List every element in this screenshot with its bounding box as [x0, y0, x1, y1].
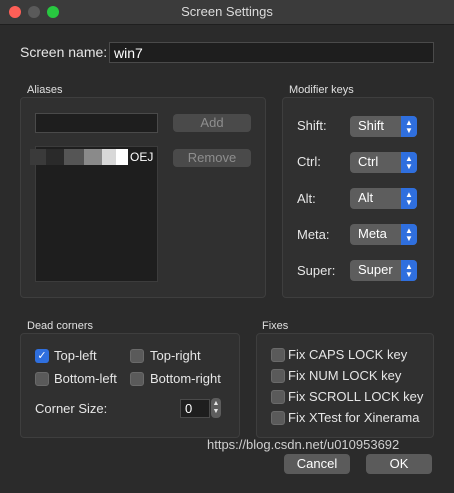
title-bar: Screen Settings	[0, 0, 454, 25]
chevron-updown-icon: ▲ ▼	[401, 116, 417, 137]
fix-xtest-label: Fix XTest for Xinerama	[288, 410, 420, 425]
top-right-checkbox[interactable]	[130, 349, 144, 363]
bottom-left-checkbox[interactable]	[35, 372, 49, 386]
fix-scroll-lock-label: Fix SCROLL LOCK key	[288, 389, 424, 404]
ctrl-label: Ctrl:	[297, 154, 321, 169]
modifier-keys-group: Shift: Shift ▲ ▼ Ctrl: Ctrl ▲ ▼ Alt: Alt ▲…	[282, 97, 434, 298]
modifier-keys-title: Modifier keys	[289, 84, 354, 96]
super-popup[interactable]: Super ▲ ▼	[350, 260, 417, 281]
ctrl-value: Ctrl	[358, 154, 379, 169]
top-left-checkbox[interactable]: ✓	[35, 349, 49, 363]
meta-label: Meta:	[297, 227, 330, 242]
bottom-right-label: Bottom-right	[150, 371, 221, 386]
corner-size-label: Corner Size:	[35, 401, 108, 416]
super-value: Super	[358, 262, 393, 277]
chevron-updown-icon: ▲ ▼	[401, 188, 417, 209]
meta-value: Meta	[358, 226, 387, 241]
fixes-title: Fixes	[262, 320, 289, 332]
bottom-left-label: Bottom-left	[54, 371, 117, 386]
super-label: Super:	[297, 263, 336, 278]
remove-alias-button[interactable]: Remove	[173, 149, 251, 167]
list-item[interactable]: OEJ	[30, 149, 157, 166]
fix-num-lock-checkbox[interactable]	[271, 369, 285, 383]
chevron-updown-icon: ▲ ▼	[401, 260, 417, 281]
cancel-button[interactable]: Cancel	[284, 454, 350, 474]
redacted-block	[46, 149, 64, 165]
screen-name-input[interactable]: win7	[109, 42, 434, 63]
meta-popup[interactable]: Meta ▲ ▼	[350, 224, 417, 245]
dead-corners-group: ✓ Top-left Top-right Bottom-left Bottom-…	[20, 333, 240, 438]
screen-name-label: Screen name:	[20, 44, 108, 60]
redacted-block	[84, 149, 102, 165]
alias-item-label: OEJ	[130, 150, 154, 164]
redacted-block	[30, 149, 46, 165]
aliases-group: Add Remove OEJ	[20, 97, 266, 298]
corner-size-input[interactable]: 0	[180, 399, 210, 418]
chevron-updown-icon: ▲ ▼	[401, 224, 417, 245]
chevron-updown-icon: ▲ ▼	[401, 152, 417, 173]
shift-popup[interactable]: Shift ▲ ▼	[350, 116, 417, 137]
fix-caps-lock-label: Fix CAPS LOCK key	[288, 347, 408, 362]
alt-label: Alt:	[297, 191, 316, 206]
fixes-group: Fix CAPS LOCK key Fix NUM LOCK key Fix S…	[256, 333, 434, 438]
alt-popup[interactable]: Alt ▲ ▼	[350, 188, 417, 209]
top-right-label: Top-right	[150, 348, 201, 363]
dead-corners-title: Dead corners	[27, 320, 94, 332]
fix-xtest-checkbox[interactable]	[271, 411, 285, 425]
ctrl-popup[interactable]: Ctrl ▲ ▼	[350, 152, 417, 173]
fix-caps-lock-checkbox[interactable]	[271, 348, 285, 362]
redacted-block	[64, 149, 84, 165]
aliases-title: Aliases	[27, 84, 63, 96]
watermark-text: https://blog.csdn.net/u010953692	[207, 437, 400, 452]
redacted-block	[116, 149, 128, 165]
bottom-right-checkbox[interactable]	[130, 372, 144, 386]
redacted-block	[102, 149, 116, 165]
fix-scroll-lock-checkbox[interactable]	[271, 390, 285, 404]
aliases-list[interactable]: OEJ	[30, 146, 158, 282]
shift-value: Shift	[358, 118, 385, 133]
shift-label: Shift:	[297, 118, 327, 133]
add-alias-button[interactable]: Add	[173, 114, 251, 132]
alias-input[interactable]	[35, 113, 158, 133]
window-title: Screen Settings	[181, 4, 273, 19]
corner-size-stepper[interactable]: ▲ ▼	[211, 398, 221, 418]
top-left-label: Top-left	[54, 348, 97, 363]
fix-num-lock-label: Fix NUM LOCK key	[288, 368, 402, 383]
alt-value: Alt	[358, 190, 374, 205]
ok-button[interactable]: OK	[366, 454, 432, 474]
